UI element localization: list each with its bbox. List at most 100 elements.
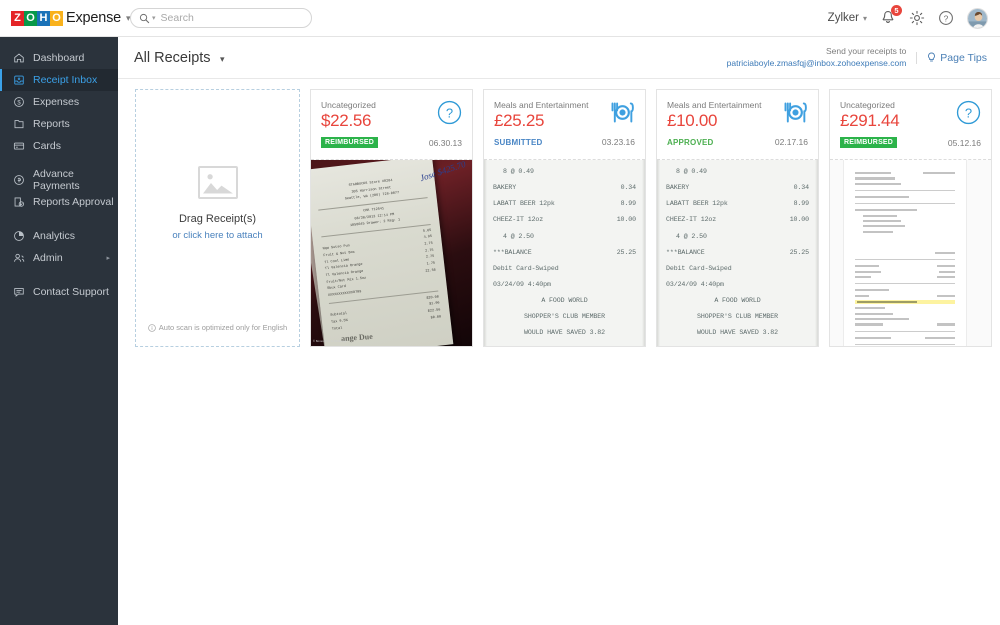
thermal-line: 03/24/09 4:40pm xyxy=(493,277,636,293)
thermal-line: A FOOD WORLD xyxy=(493,293,636,309)
thermal-line: SHOPPER'S CLUB MEMBER xyxy=(666,309,809,325)
thermal-line: LABATT BEER 12pk8.99 xyxy=(493,196,636,212)
page-tips-label: Page Tips xyxy=(940,52,987,64)
sidebar: Dashboard Receipt Inbox $ Expenses Repor… xyxy=(0,37,118,625)
page-header: All Receipts ▾ Send your receipts to pat… xyxy=(118,37,1000,79)
receipt-card-footer: REIMBURSED 05.12.16 xyxy=(840,137,981,148)
thermal-line: A FOOD WORLD xyxy=(666,293,809,309)
header-right: Send your receipts to patriciaboyle.zmas… xyxy=(727,46,987,69)
thermal-line: CHEEZ-IT 12oz10.00 xyxy=(666,212,809,228)
chat-icon xyxy=(12,286,25,299)
sidebar-item-label: Reports Approval xyxy=(33,196,114,208)
thermal-line: 4 @ 2.50 xyxy=(666,229,809,245)
logo-letter-o1: O xyxy=(24,11,37,26)
thermal-line: Debit Card-Swiped xyxy=(493,261,636,277)
sidebar-item-contact-support[interactable]: Contact Support xyxy=(0,281,118,303)
thermal-line-list: 8 @ 0.49BAKERY0.34LABATT BEER 12pk8.99CH… xyxy=(493,164,636,346)
sidebar-item-advance-payments[interactable]: Advance Payments xyxy=(0,169,118,191)
receipt-card-header: Uncategorized $22.56 REIMBURSED 06.30.13… xyxy=(311,90,472,160)
page-title-dropdown[interactable]: All Receipts ▾ xyxy=(134,49,225,67)
send-receipts-label: Send your receipts to xyxy=(727,46,907,57)
sidebar-item-dashboard[interactable]: Dashboard xyxy=(0,47,118,69)
sidebar-item-cards[interactable]: Cards xyxy=(0,135,118,157)
logo-letter-h: H xyxy=(37,11,50,26)
status-text: APPROVED xyxy=(667,138,714,147)
receipt-card[interactable]: Uncategorized $22.56 REIMBURSED 06.30.13… xyxy=(310,89,473,347)
users-icon xyxy=(12,252,25,265)
receipt-card[interactable]: Meals and Entertainment £10.00 APPROVED … xyxy=(656,89,819,347)
thermal-line: SHOPPER'S CLUB MEMBER xyxy=(493,309,636,325)
image-placeholder-icon xyxy=(198,166,238,199)
home-icon xyxy=(12,52,25,65)
thermal-line: 03/24/09 4:40pm xyxy=(666,277,809,293)
status-badge: REIMBURSED xyxy=(840,137,897,148)
sidebar-item-admin[interactable]: Admin ▸ xyxy=(0,247,118,269)
sidebar-item-label: Admin xyxy=(33,252,63,264)
pie-chart-icon xyxy=(12,230,25,243)
receipt-dropzone[interactable]: Drag Receipt(s) or click here to attach … xyxy=(135,89,300,347)
send-receipts-email[interactable]: patriciaboyle.zmasfqj@inbox.zohoexpense.… xyxy=(727,58,907,69)
dropzone-title: Drag Receipt(s) xyxy=(179,213,256,225)
sidebar-item-reports-approval[interactable]: Reports Approval xyxy=(0,191,118,213)
thermal-line: LABATT BEER 12pk8.99 xyxy=(666,196,809,212)
thermal-line: 8 @ 0.49 xyxy=(493,164,636,180)
status-badge: REIMBURSED xyxy=(321,137,378,148)
photo-item-list: 5.65Nqw Sutso Pun4.95Fruit & Nut Box2.75… xyxy=(322,228,438,300)
thermal-line-list: 8 @ 0.49BAKERY0.34LABATT BEER 12pk8.99CH… xyxy=(666,164,809,346)
dropzone-attach-link[interactable]: or click here to attach xyxy=(172,230,262,241)
bulb-icon xyxy=(927,52,936,63)
credit-card-icon xyxy=(12,140,25,153)
settings-button[interactable] xyxy=(909,10,925,26)
inbox-icon xyxy=(12,74,25,87)
receipt-thumbnail[interactable]: STARBUCKS Store #0204 305 Harrison Stree… xyxy=(311,160,472,346)
thermal-receipt: 8 @ 0.49BAKERY0.34LABATT BEER 12pk8.99CH… xyxy=(657,160,818,346)
logo-letter-z: Z xyxy=(11,11,24,26)
receipt-card[interactable]: Meals and Entertainment £25.25 SUBMITTED… xyxy=(483,89,646,347)
org-switcher[interactable]: Zylker ▾ xyxy=(828,12,867,24)
sidebar-item-reports[interactable]: Reports xyxy=(0,113,118,135)
receipt-card-header: Uncategorized £291.44 REIMBURSED 05.12.1… xyxy=(830,90,991,160)
sidebar-item-label: Cards xyxy=(33,140,61,152)
thermal-line: ***BALANCE25.25 xyxy=(666,245,809,261)
thermal-line: BAKERY0.34 xyxy=(666,180,809,196)
search-box[interactable]: ▾ xyxy=(130,8,312,28)
notifications-button[interactable]: 5 xyxy=(880,10,896,26)
sidebar-item-receipt-inbox[interactable]: Receipt Inbox xyxy=(0,69,118,91)
svg-text:?: ? xyxy=(944,13,949,23)
page-tips-button[interactable]: Page Tips xyxy=(916,52,987,64)
sidebar-item-label: Expenses xyxy=(33,96,79,108)
sidebar-item-label: Dashboard xyxy=(33,52,84,64)
brand-logo[interactable]: Z O H O Expense ▾ xyxy=(0,0,118,37)
sidebar-item-expenses[interactable]: $ Expenses xyxy=(0,91,118,113)
search-input[interactable] xyxy=(161,12,301,24)
avatar[interactable] xyxy=(967,8,988,29)
dropzone-note: Auto scan is optimized only for English xyxy=(136,323,299,332)
receipt-thumbnail[interactable]: 8 @ 0.49BAKERY0.34LABATT BEER 12pk8.99CH… xyxy=(484,160,645,346)
receipt-card-header: Meals and Entertainment £10.00 APPROVED … xyxy=(657,90,818,160)
sidebar-item-label: Contact Support xyxy=(33,286,109,298)
help-button[interactable]: ? xyxy=(938,10,954,26)
sidebar-divider xyxy=(0,213,118,225)
sidebar-item-analytics[interactable]: Analytics xyxy=(0,225,118,247)
receipt-thumbnail[interactable] xyxy=(830,160,991,346)
meal-icon xyxy=(783,100,808,125)
meal-icon xyxy=(610,100,635,125)
thermal-line: 8 @ 0.49 xyxy=(666,164,809,180)
receipt-card-header: Meals and Entertainment £25.25 SUBMITTED… xyxy=(484,90,645,160)
dollar-circle-icon: $ xyxy=(12,96,25,109)
sidebar-item-label: Receipt Inbox xyxy=(33,74,97,86)
thermal-receipt: 8 @ 0.49BAKERY0.34LABATT BEER 12pk8.99CH… xyxy=(484,160,645,346)
receipt-card[interactable]: Uncategorized £291.44 REIMBURSED 05.12.1… xyxy=(829,89,992,347)
receipt-date: 05.12.16 xyxy=(948,138,981,148)
logo-letter-o2: O xyxy=(50,11,63,26)
receipt-date: 06.30.13 xyxy=(429,138,462,148)
folder-icon xyxy=(12,118,25,131)
search-chevron-down-icon[interactable]: ▾ xyxy=(152,14,156,22)
page-title: All Receipts xyxy=(134,50,211,66)
question-circle-icon: ? xyxy=(956,100,981,125)
receipt-date: 03.23.16 xyxy=(602,137,635,147)
advance-payment-icon xyxy=(12,174,25,187)
receipt-thumbnail[interactable]: 8 @ 0.49BAKERY0.34LABATT BEER 12pk8.99CH… xyxy=(657,160,818,346)
org-chevron-down-icon: ▾ xyxy=(863,14,867,23)
receipt-card-footer: SUBMITTED 03.23.16 xyxy=(494,137,635,147)
